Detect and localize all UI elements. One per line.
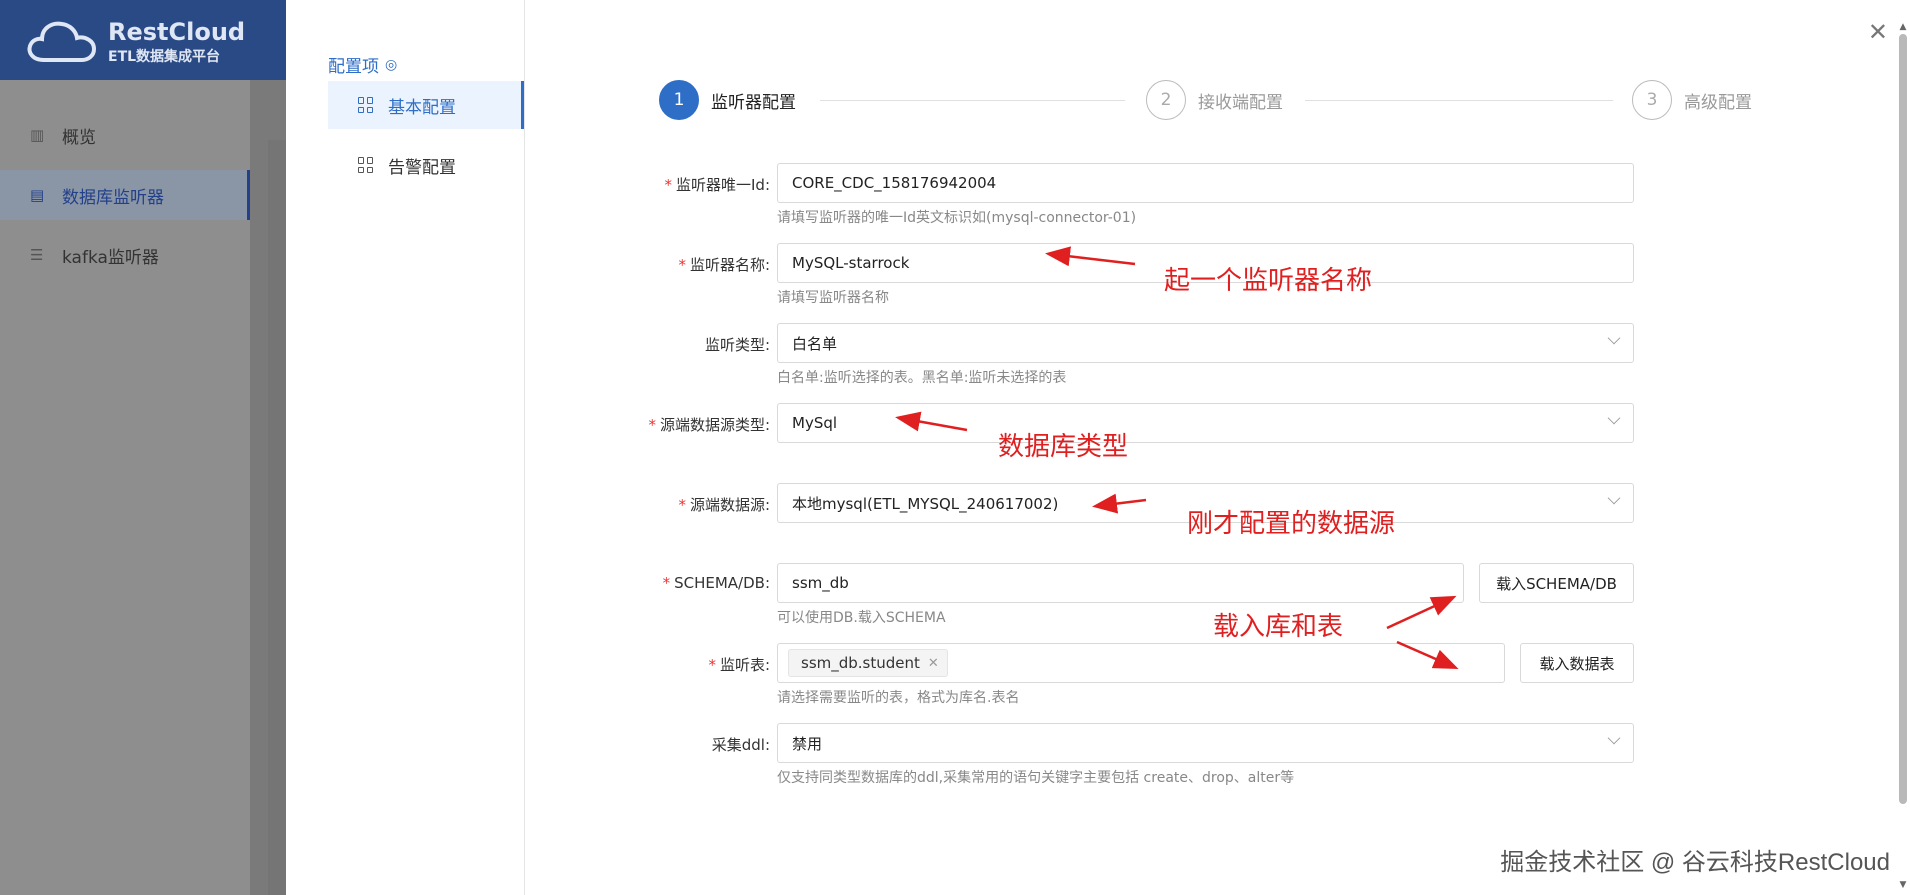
ddl-label: 采集ddl:: [711, 736, 770, 754]
settings-icon: ◎: [385, 56, 398, 73]
watermark: 掘金技术社区 @ 谷云科技RestCloud: [1500, 849, 1890, 876]
listener-name-help: 请填写监听器名称: [777, 290, 889, 306]
step-number: 3: [1632, 80, 1672, 120]
scrollbar-thumb[interactable]: [1899, 34, 1907, 804]
listener-id-label: * 监听器唯一Id:: [664, 176, 771, 194]
chevron-down-icon: [1607, 411, 1621, 425]
step-connector: [820, 100, 1125, 101]
ddl-select[interactable]: 禁用: [777, 723, 1634, 763]
table-tag: ssm_db.student ✕: [788, 649, 948, 677]
side-item-label: 基本配置: [388, 97, 456, 118]
annotation-source: 刚才配置的数据源: [1187, 509, 1396, 539]
step-label: 接收端配置: [1198, 92, 1283, 113]
source-type-label: * 源端数据源类型:: [648, 416, 770, 434]
source-label: * 源端数据源:: [678, 496, 770, 514]
annotation-load: 载入库和表: [1213, 612, 1344, 642]
step-3[interactable]: 3 高级配置: [1632, 80, 1752, 120]
tag-close-icon[interactable]: ✕: [928, 656, 939, 671]
side-title-label: 配置项: [328, 57, 379, 77]
load-tables-button[interactable]: 载入数据表: [1520, 643, 1634, 683]
step-connector: [1305, 100, 1613, 101]
source-type-select[interactable]: MySql: [777, 403, 1634, 443]
list-icon: ☰: [30, 246, 44, 264]
brand-name: RestCloud: [108, 18, 246, 46]
app-sidebar: ▥ 概览 ▤ 数据库监听器 ☰ kafka监听器: [0, 80, 250, 895]
chevron-down-icon: [1607, 491, 1621, 505]
step-label: 监听器配置: [711, 92, 796, 113]
scroll-up-icon[interactable]: ▲: [1898, 22, 1908, 32]
chevron-down-icon: [1607, 331, 1621, 345]
listen-type-select[interactable]: 白名单: [777, 323, 1634, 363]
side-title: 配置项 ◎: [328, 52, 398, 78]
bar-chart-icon: ▥: [30, 126, 45, 144]
scroll-down-icon[interactable]: ▼: [1898, 880, 1908, 890]
tables-select[interactable]: ssm_db.student ✕: [777, 643, 1505, 683]
listener-name-label: * 监听器名称:: [678, 256, 770, 274]
step-number: 1: [659, 80, 699, 120]
step-2[interactable]: 2 接收端配置: [1146, 80, 1283, 120]
cloud-logo-icon: [27, 21, 97, 62]
load-schema-button[interactable]: 载入SCHEMA/DB: [1479, 563, 1634, 603]
brand-subtitle: ETL数据集成平台: [108, 49, 221, 65]
side-divider: [524, 0, 525, 895]
schema-help: 可以使用DB.载入SCHEMA: [777, 610, 946, 626]
nav-item-overview[interactable]: ▥ 概览: [0, 110, 250, 160]
listen-type-label: 监听类型:: [704, 336, 770, 354]
step-label: 高级配置: [1684, 92, 1752, 113]
nav-item-label: 概览: [62, 127, 96, 148]
annotation-dbtype: 数据库类型: [998, 432, 1129, 462]
nav-item-label: 数据库监听器: [62, 187, 164, 208]
chevron-down-icon: [1607, 731, 1621, 745]
close-icon[interactable]: ✕: [1868, 20, 1888, 44]
annotation-name: 起一个监听器名称: [1164, 266, 1373, 296]
tables-help: 请选择需要监听的表，格式为库名.表名: [777, 690, 1020, 706]
ddl-help: 仅支持同类型数据库的ddl,采集常用的语句关键字主要包括 create、drop…: [777, 770, 1295, 786]
document-icon: ▤: [30, 186, 45, 204]
schema-label: * SCHEMA/DB:: [662, 574, 770, 592]
nav-item-kafka-listener[interactable]: ☰ kafka监听器: [0, 230, 250, 280]
schema-input[interactable]: ssm_db: [777, 563, 1464, 603]
nav-item-db-listener[interactable]: ▤ 数据库监听器: [0, 170, 250, 220]
brand-logo: RestCloud ETL数据集成平台: [26, 14, 286, 68]
grid-icon: [358, 157, 374, 173]
step-number: 2: [1146, 80, 1186, 120]
scrollbar[interactable]: ▲ ▼: [1898, 22, 1908, 892]
step-1[interactable]: 1 监听器配置: [659, 80, 796, 120]
listen-type-help: 白名单:监听选择的表。黑名单:监听未选择的表: [777, 370, 1067, 386]
grid-icon: [358, 97, 374, 113]
side-item-basic[interactable]: 基本配置: [328, 81, 524, 129]
nav-item-label: kafka监听器: [62, 247, 159, 268]
listener-id-input[interactable]: CORE_CDC_158176942004: [777, 163, 1634, 203]
listener-id-help: 请填写监听器的唯一Id英文标识如(mysql-connector-01): [777, 210, 1137, 226]
tables-label: * 监听表:: [708, 656, 770, 674]
